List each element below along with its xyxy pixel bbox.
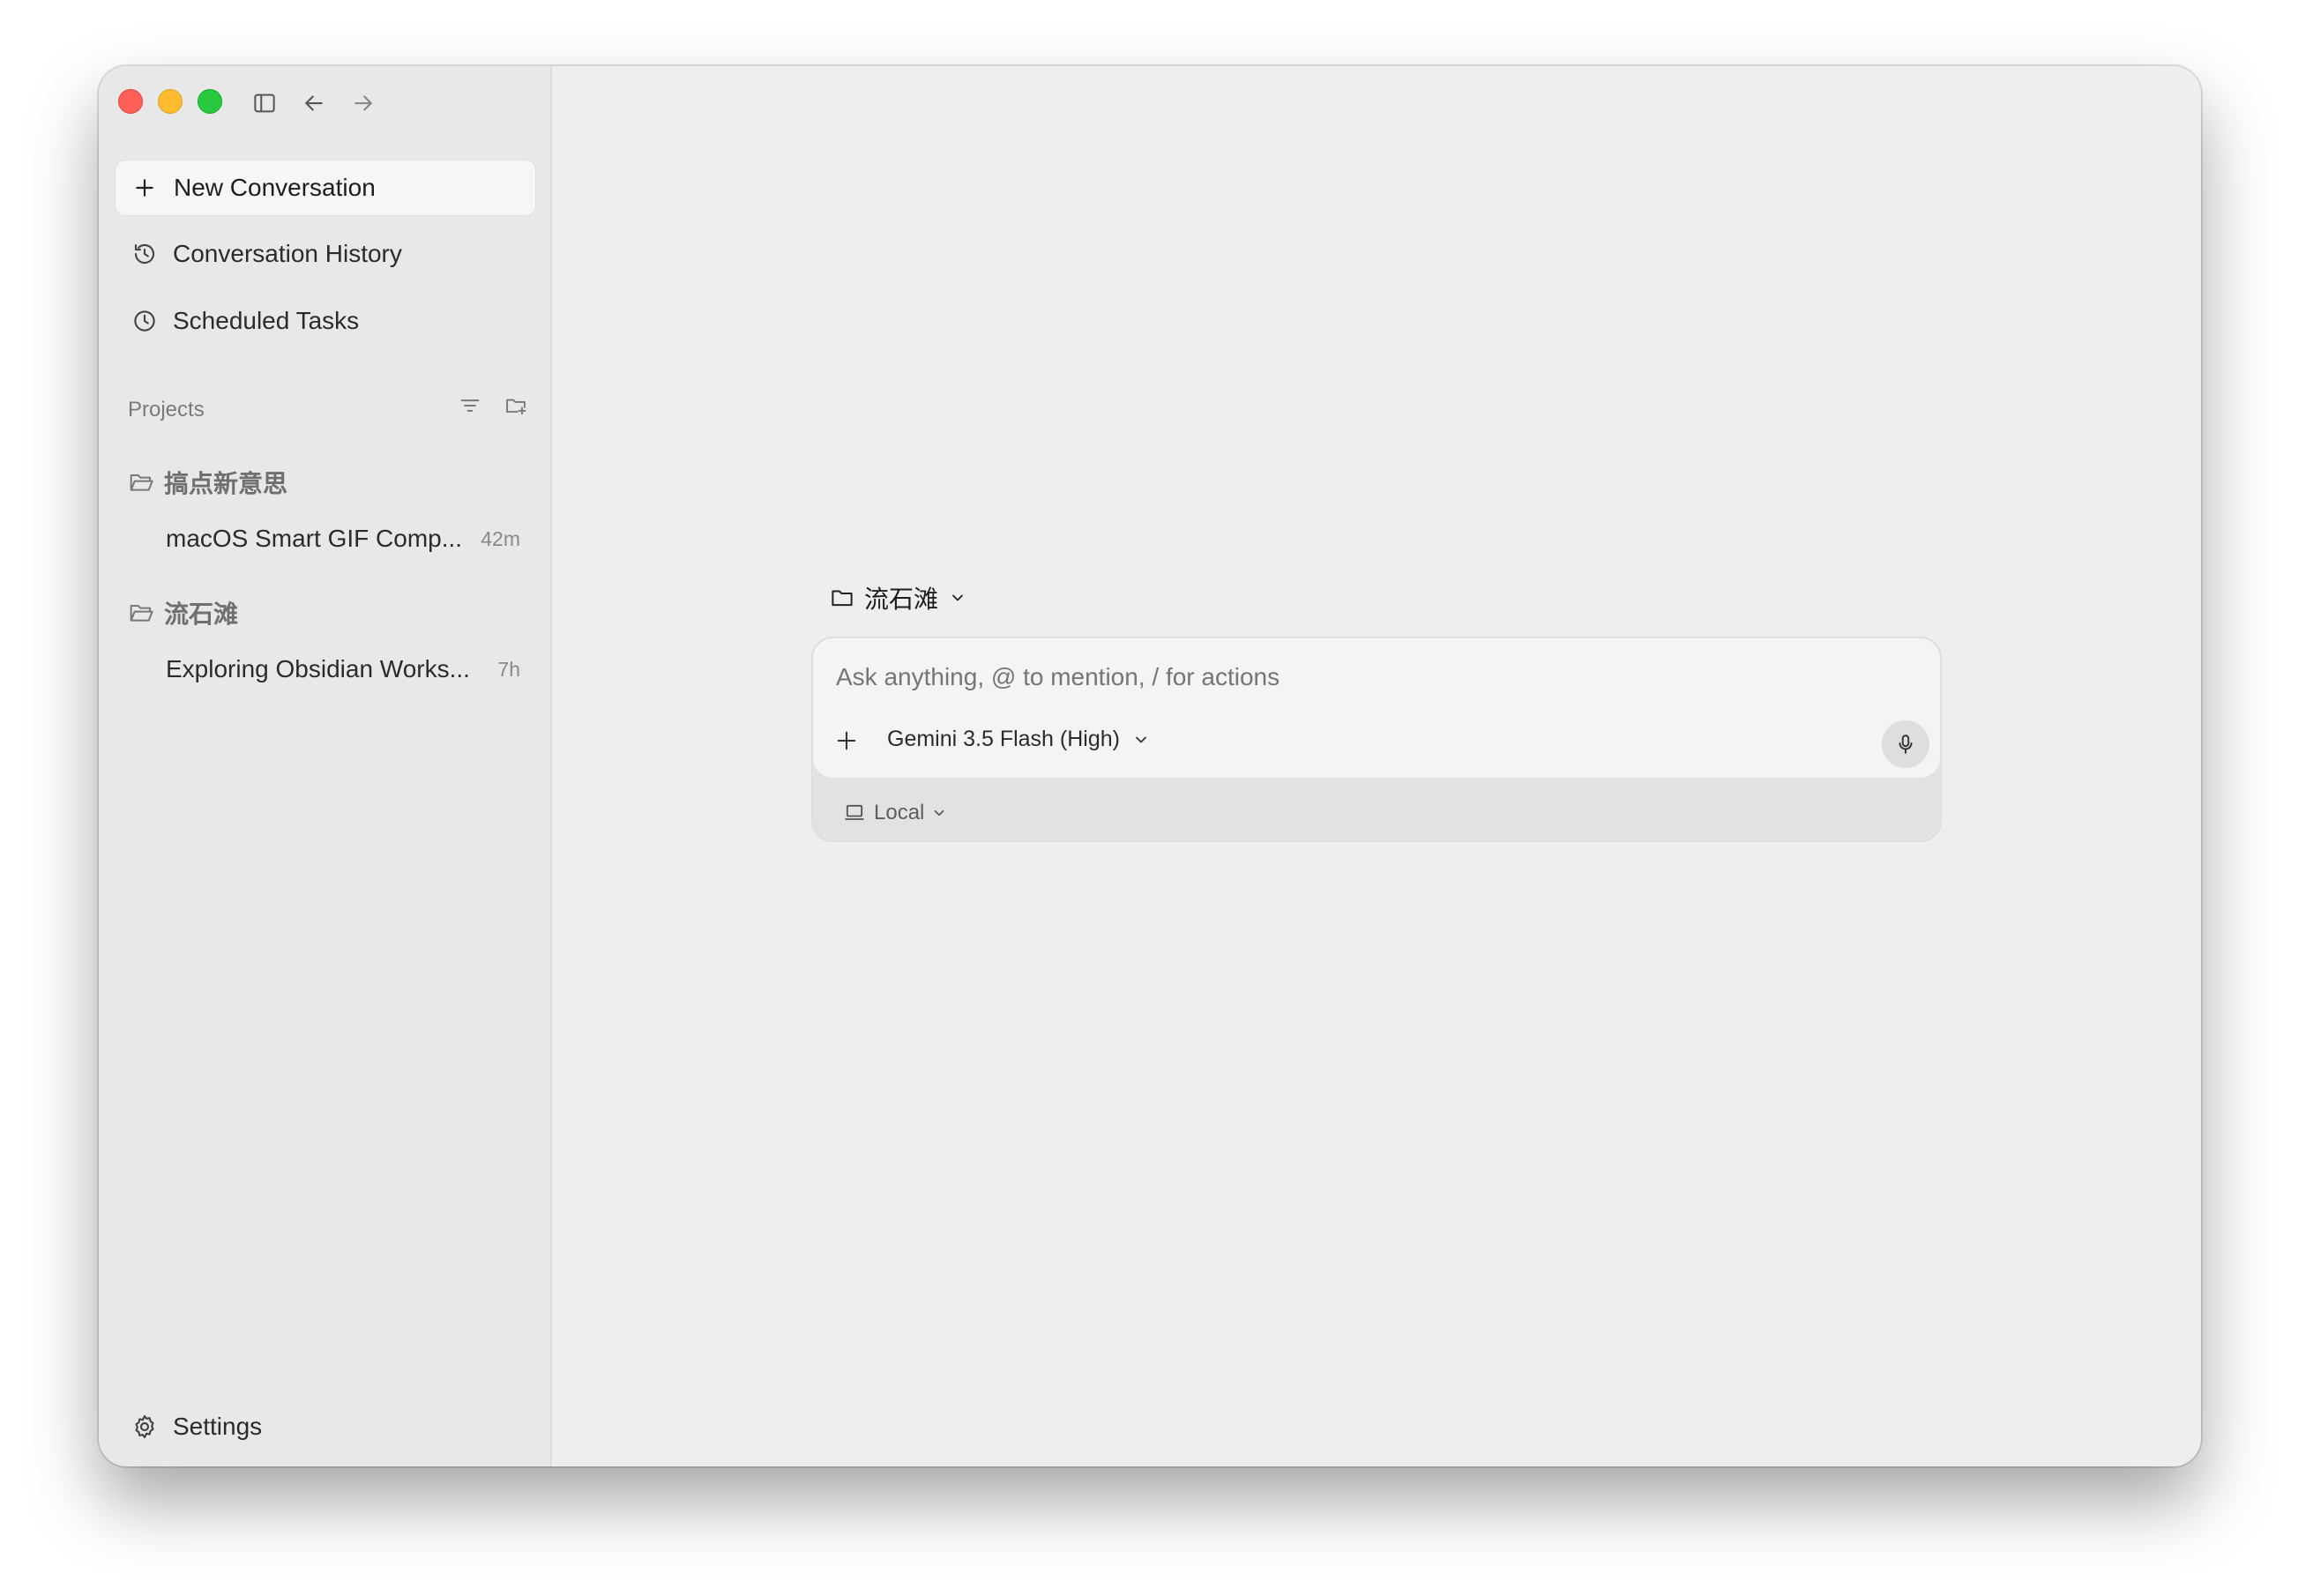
arrow-left-icon[interactable] bbox=[300, 89, 328, 117]
laptop-icon bbox=[842, 801, 867, 825]
environment-label: Local bbox=[874, 801, 925, 824]
model-selector[interactable]: Gemini 3.5 Flash (High) bbox=[887, 727, 1150, 752]
project-folder[interactable]: 搞点新意思 bbox=[127, 465, 287, 500]
conversation-item[interactable]: macOS Smart GIF Comp... 42m bbox=[166, 525, 527, 553]
environment-selector[interactable]: Local bbox=[842, 801, 947, 825]
window-controls bbox=[118, 89, 222, 114]
folder-open-icon bbox=[127, 599, 155, 627]
gear-icon bbox=[131, 1413, 159, 1441]
conversation-title: Exploring Obsidian Works... bbox=[166, 655, 470, 682]
project-name: 流石滩 bbox=[164, 600, 239, 628]
chevron-down-icon bbox=[931, 805, 947, 821]
plus-icon bbox=[133, 176, 156, 199]
folder-icon bbox=[829, 585, 855, 611]
scheduled-tasks-item[interactable]: Scheduled Tasks bbox=[115, 295, 536, 347]
history-icon bbox=[131, 240, 159, 268]
microphone-button[interactable] bbox=[1882, 720, 1929, 768]
sidebar: New Conversation Conversation History Sc… bbox=[99, 66, 552, 1466]
project-name: 搞点新意思 bbox=[164, 470, 288, 497]
conversation-history-label: Conversation History bbox=[173, 240, 402, 267]
add-attachment-icon[interactable] bbox=[834, 728, 859, 753]
model-name: Gemini 3.5 Flash (High) bbox=[887, 727, 1120, 751]
conversation-item[interactable]: Exploring Obsidian Works... 7h bbox=[166, 655, 527, 683]
clock-icon bbox=[131, 307, 159, 335]
chevron-down-icon bbox=[949, 589, 966, 607]
workspace-name: 流石滩 bbox=[864, 585, 939, 613]
app-window: New Conversation Conversation History Sc… bbox=[99, 66, 2201, 1466]
new-conversation-label: New Conversation bbox=[174, 174, 376, 201]
prompt-input[interactable] bbox=[836, 663, 1894, 691]
project-folder[interactable]: 流石滩 bbox=[127, 595, 238, 630]
close-window-button[interactable] bbox=[118, 89, 143, 114]
conversation-history-item[interactable]: Conversation History bbox=[115, 227, 536, 280]
conversation-time: 42m bbox=[481, 526, 520, 550]
composer: Gemini 3.5 Flash (High) bbox=[812, 638, 1941, 779]
microphone-icon bbox=[1899, 735, 1913, 754]
maximize-window-button[interactable] bbox=[198, 89, 222, 114]
conversation-time: 7h bbox=[497, 657, 520, 681]
projects-section-label: Projects bbox=[128, 398, 205, 421]
scheduled-tasks-label: Scheduled Tasks bbox=[173, 307, 360, 334]
new-conversation-button[interactable]: New Conversation bbox=[115, 160, 536, 216]
projects-actions bbox=[457, 392, 529, 419]
minimize-window-button[interactable] bbox=[158, 89, 183, 114]
composer-container: Gemini 3.5 Flash (High) Local bbox=[811, 637, 1942, 842]
conversation-title: macOS Smart GIF Comp... bbox=[166, 525, 463, 552]
workspace-picker[interactable]: 流石滩 bbox=[829, 580, 966, 615]
new-folder-icon[interactable] bbox=[503, 392, 529, 419]
settings-item[interactable]: Settings bbox=[115, 1400, 536, 1453]
chevron-down-icon bbox=[1132, 731, 1150, 749]
folder-open-icon bbox=[127, 468, 155, 496]
sidebar-toggle-icon[interactable] bbox=[250, 89, 279, 117]
arrow-right-icon[interactable] bbox=[349, 89, 377, 117]
settings-label: Settings bbox=[173, 1413, 263, 1440]
filter-icon[interactable] bbox=[457, 392, 483, 419]
